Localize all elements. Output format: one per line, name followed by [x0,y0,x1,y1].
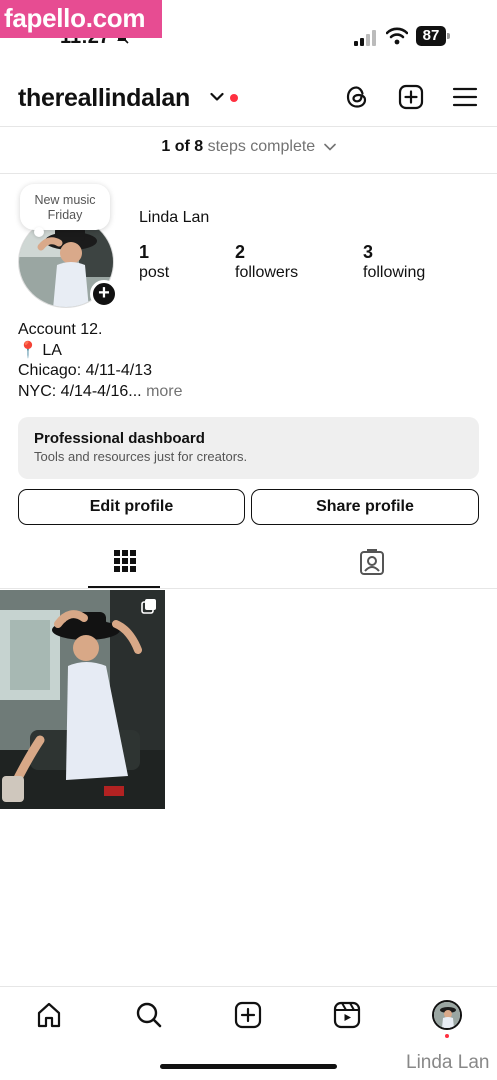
post-photo [0,590,165,809]
reels-icon[interactable] [333,1001,361,1029]
carousel-icon [141,599,156,614]
followers-count: 2 [235,242,246,262]
note-line-1: New music [34,193,96,207]
search-icon[interactable] [135,1001,163,1029]
profile-steps-banner[interactable]: 1 of 8 steps complete [0,138,497,156]
nav-avatar-photo [434,1002,460,1028]
stat-following[interactable]: 3 following [363,242,425,284]
home-icon[interactable] [35,1001,63,1029]
bio-line-last: NYC: 4/14-4/16... more [18,382,183,403]
stat-posts[interactable]: 1 post [139,242,169,284]
posts-count: 1 [139,242,150,262]
create-icon[interactable] [234,1001,262,1029]
home-indicator [160,1064,337,1069]
grid-icon[interactable] [112,548,138,576]
notification-dot [445,1034,449,1038]
profile-avatar[interactable] [432,1000,462,1030]
battery-icon: 87 [416,26,450,46]
note-line-2: Friday [47,208,83,222]
steps-divider [0,173,497,174]
share-profile-button[interactable]: Share profile [251,489,479,525]
tabs-divider [0,588,497,589]
bio-line: 📍 LA [18,341,62,359]
posts-label: post [139,264,170,281]
battery-level: 87 [416,26,446,46]
profile-bio: Account 12. 📍 LA Chicago: 4/11-4/13 NYC:… [18,320,183,402]
signal-icon [354,30,376,46]
following-label: following [363,264,426,281]
notification-dot [230,94,238,102]
bio-line: NYC: 4/14-4/16... [18,382,142,400]
threads-icon[interactable] [344,84,370,110]
profile-header: thereallindalan [0,76,497,122]
header-divider [0,126,497,127]
profile-note-bubble[interactable]: New music Friday [20,184,110,237]
wifi-icon [386,27,408,45]
dashboard-title: Professional dashboard [34,430,205,447]
followers-label: followers [235,264,299,281]
create-post-icon[interactable] [398,84,424,110]
add-story-button[interactable]: + [90,280,118,308]
bio-line: Chicago: 4/11-4/13 [18,362,153,379]
professional-dashboard-card[interactable]: Professional dashboard Tools and resourc… [18,417,479,479]
steps-label: steps complete [207,138,316,155]
stat-followers[interactable]: 2 followers [235,242,298,284]
dashboard-subtitle: Tools and resources just for creators. [34,449,248,464]
chevron-down-icon[interactable] [210,92,224,102]
bio-more-link[interactable]: more [146,383,182,400]
display-name: Linda Lan [139,209,210,226]
caption-watermark: Linda Lan [406,1052,490,1073]
grid-post-thumbnail[interactable] [0,590,165,809]
following-count: 3 [363,242,374,262]
bio-line: Account 12. [18,321,103,338]
chevron-down-icon [323,143,336,151]
menu-icon[interactable] [452,84,478,110]
steps-count: 1 of 8 [161,138,204,155]
account-username[interactable]: thereallindalan [18,84,190,113]
edit-profile-button[interactable]: Edit profile [18,489,245,525]
watermark-label: fapello.com [0,0,162,38]
tagged-icon[interactable] [359,548,385,576]
